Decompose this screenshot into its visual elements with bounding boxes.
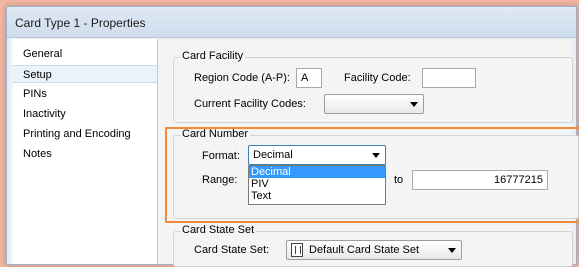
region-code-label: Region Code (A-P):	[194, 72, 290, 84]
sidebar-item-label: General	[23, 48, 63, 60]
sidebar-item-pins[interactable]: PINs	[13, 85, 157, 103]
sidebar-item-inactivity[interactable]: Inactivity	[13, 105, 157, 123]
card-state-set-label: Card State Set:	[194, 244, 270, 256]
chevron-down-icon	[448, 248, 456, 253]
sidebar-nav: General Setup PINs Inactivity Printing a…	[13, 39, 158, 264]
current-facility-codes-label: Current Facility Codes:	[194, 98, 306, 110]
sidebar-item-label: Notes	[23, 148, 52, 160]
current-facility-codes-dropdown[interactable]	[324, 94, 424, 114]
facility-code-input[interactable]	[422, 68, 476, 88]
sidebar-item-setup[interactable]: Setup	[13, 65, 157, 83]
card-state-set-dropdown[interactable]: Default Card State Set	[286, 240, 462, 260]
sidebar-item-label: Setup	[23, 69, 52, 81]
sidebar-item-general[interactable]: General	[13, 45, 157, 63]
sidebar-item-label: Printing and Encoding	[23, 128, 131, 140]
card-facility-group: Card Facility Region Code (A-P): A Facil…	[173, 50, 573, 123]
sidebar-item-label: Inactivity	[23, 108, 66, 120]
content-area: General Setup PINs Inactivity Printing a…	[11, 39, 579, 267]
sidebar-item-label: PINs	[23, 88, 47, 100]
sidebar-item-printing-encoding[interactable]: Printing and Encoding	[13, 125, 157, 143]
card-state-icon	[291, 243, 303, 257]
window-title: Card Type 1 - Properties	[15, 16, 146, 30]
card-state-set-title: Card State Set	[180, 224, 257, 236]
properties-window: Card Type 1 - Properties General Setup P…	[6, 6, 579, 267]
facility-code-label: Facility Code:	[344, 72, 411, 84]
title-bar[interactable]: Card Type 1 - Properties	[7, 7, 576, 38]
highlight-frame	[165, 127, 579, 223]
card-facility-title: Card Facility	[180, 50, 246, 62]
card-state-set-value: Default Card State Set	[309, 244, 420, 256]
region-code-input[interactable]: A	[296, 68, 322, 88]
sidebar-item-notes[interactable]: Notes	[13, 145, 157, 163]
chevron-down-icon	[410, 102, 418, 107]
card-state-set-group: Card State Set Card State Set: Default C…	[173, 224, 573, 267]
